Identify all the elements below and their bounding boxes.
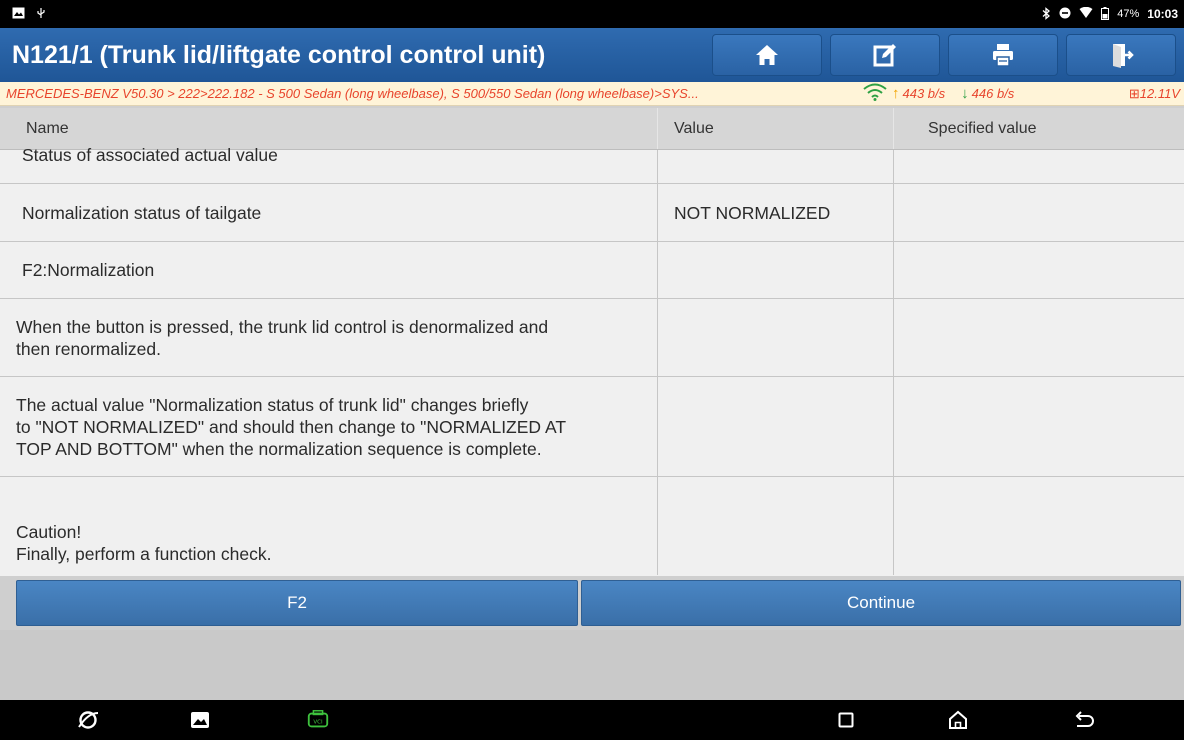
download-arrow-icon: ↓ (961, 85, 969, 102)
clock: 10:03 (1147, 7, 1178, 21)
column-header-name: Name (0, 108, 658, 149)
recent-apps-icon[interactable] (834, 708, 858, 732)
exit-button[interactable] (1066, 34, 1176, 76)
empty-area (0, 630, 1184, 700)
upload-arrow-icon: ↑ (892, 85, 900, 102)
image-icon (12, 7, 25, 21)
home-icon (756, 45, 778, 65)
navigation-bar: VCI (0, 700, 1184, 740)
cell-specified (894, 242, 1184, 298)
home-nav-icon[interactable] (946, 708, 970, 732)
browser-icon[interactable] (76, 708, 100, 732)
cell-specified (894, 477, 1184, 575)
exit-icon (1113, 44, 1134, 68)
print-icon (993, 44, 1013, 67)
cell-value (658, 150, 894, 183)
cell-name: Caution! Finally, perform a function che… (0, 477, 658, 575)
cell-value (658, 299, 894, 376)
upload-speed: ↑ 443 b/s (892, 85, 945, 102)
bluetooth-icon (1041, 6, 1051, 22)
cell-specified (894, 299, 1184, 376)
table-row[interactable]: F2:Normalization (0, 242, 1184, 299)
cell-name: Status of associated actual value (0, 145, 658, 183)
status-bar: 47% 10:03 (0, 0, 1184, 28)
cell-value (658, 477, 894, 575)
signal-icon (862, 83, 888, 104)
cell-value (658, 377, 894, 476)
do-not-disturb-icon (1059, 7, 1071, 21)
cell-name: The actual value "Normalization status o… (0, 377, 658, 476)
data-table: Name Value Specified value Status of ass… (0, 108, 1184, 576)
page-title: N121/1 (Trunk lid/liftgate control contr… (12, 40, 546, 69)
f2-button[interactable]: F2 (16, 580, 578, 626)
battery-percent: 47% (1117, 8, 1140, 20)
table-row[interactable]: Normalization status of tailgate NOT NOR… (0, 184, 1184, 242)
edit-button[interactable] (830, 34, 940, 76)
car-battery-icon: ⊞ (1128, 85, 1140, 101)
voltage-value: 12.11V (1139, 85, 1180, 101)
screen: 47% 10:03 N121/1 (Trunk lid/liftgate con… (0, 0, 1184, 740)
cell-value: NOT NORMALIZED (658, 184, 894, 241)
continue-button[interactable]: Continue (581, 580, 1181, 626)
cell-name: F2:Normalization (0, 242, 658, 298)
back-icon[interactable] (1072, 708, 1096, 732)
breadcrumb: MERCEDES-BENZ V50.30 > 222>222.182 - S 5… (0, 82, 1184, 106)
breadcrumb-path: MERCEDES-BENZ V50.30 > 222>222.182 - S 5… (6, 86, 699, 101)
print-button[interactable] (948, 34, 1058, 76)
cell-specified (894, 184, 1184, 241)
app-header: N121/1 (Trunk lid/liftgate control contr… (0, 28, 1184, 82)
column-header-specified: Specified value (928, 119, 1037, 137)
action-bar: F2 Continue (0, 578, 1184, 630)
table-row[interactable]: Caution! Finally, perform a function che… (0, 477, 1184, 575)
voltage: ⊞12.11V (1129, 86, 1184, 102)
cell-name: Normalization status of tailgate (0, 184, 658, 241)
edit-icon (873, 44, 896, 67)
battery-icon (1101, 6, 1110, 22)
download-speed: ↓ 446 b/s (961, 85, 1014, 102)
cell-value (658, 242, 894, 298)
usb-icon (35, 7, 47, 21)
table-row[interactable]: Status of associated actual value (0, 145, 1184, 184)
cell-specified (894, 377, 1184, 476)
download-value: 446 b/s (971, 86, 1015, 101)
cell-name: When the button is pressed, the trunk li… (0, 299, 658, 376)
cell-specified (894, 150, 1184, 183)
upload-value: 443 b/s (902, 86, 946, 101)
table-row[interactable]: The actual value "Normalization status o… (0, 377, 1184, 477)
gallery-icon[interactable] (188, 708, 212, 732)
svg-text:VCI: VCI (313, 720, 323, 726)
wifi-icon (1079, 6, 1093, 21)
vci-icon[interactable]: VCI (306, 708, 330, 732)
home-button[interactable] (712, 34, 822, 76)
table-row[interactable]: When the button is pressed, the trunk li… (0, 299, 1184, 377)
column-header-value: Value (658, 108, 894, 149)
